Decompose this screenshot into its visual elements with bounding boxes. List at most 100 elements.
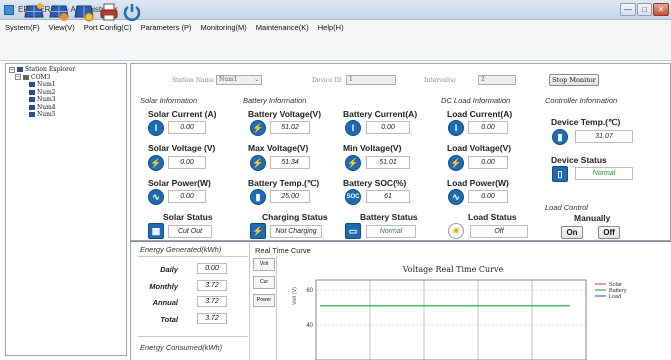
energy-monthly-value: 3.72 (197, 280, 227, 291)
controller-section-title: Controller Information (545, 96, 618, 105)
load-control-label: Load Control (545, 203, 588, 212)
tree-node-label: Num3 (37, 96, 56, 104)
solar-current-value: 0.00 (168, 121, 206, 134)
load-off-button[interactable]: Off (598, 226, 620, 239)
solar-panel-status-icon: ▦ (148, 223, 164, 239)
solar-current-label: Solar Current (A) (148, 109, 217, 119)
solar-status-value: Cut Out (168, 225, 212, 238)
max-voltage-value: 51.34 (270, 156, 310, 169)
chart-ylabel: Volt (V) (292, 287, 298, 305)
toolbar (0, 35, 671, 61)
printer-icon[interactable] (99, 2, 119, 22)
tree-port[interactable]: − COM3 (9, 74, 123, 82)
solar-power-label: Solar Power(W) (148, 178, 211, 188)
y-axis-ticks: 60 40 (306, 288, 313, 329)
tab-power[interactable]: Power (253, 294, 275, 307)
menu-monitoring[interactable]: Monitoring(M) (201, 23, 247, 32)
legend-label-load: Load (609, 294, 621, 300)
solar-panel-connect-icon[interactable] (49, 2, 69, 22)
battery-voltage-label: Battery Voltage(V) (248, 109, 322, 119)
min-voltage-label: Min Voltage(V) (343, 143, 402, 153)
battery-temp-label: Battery Temp.(℃) (248, 178, 320, 188)
load-section-title: DC Load Information (441, 96, 511, 105)
device-icon (29, 104, 35, 110)
soc-icon: SOC (345, 189, 361, 205)
menu-bar: System(F) View(V) Port Config(C) Paramet… (0, 20, 671, 35)
tree-node-num1[interactable]: Num1 (9, 81, 123, 89)
tree-node-num3[interactable]: Num3 (9, 96, 123, 104)
tree-node-num2[interactable]: Num2 (9, 89, 123, 97)
energy-annual-value: 3.72 (197, 296, 227, 307)
collapse-icon[interactable]: − (15, 74, 21, 81)
port-icon (23, 74, 29, 80)
tree-node-label: Num5 (37, 111, 56, 119)
solar-voltage-value: 0.00 (168, 156, 206, 169)
menu-system[interactable]: System(F) (5, 23, 40, 32)
tree-node-label: Num1 (37, 81, 56, 89)
energy-monthly-label: Monthly (149, 282, 178, 291)
chart-title: Voltage Real Time Curve (402, 265, 504, 274)
tree-node-num4[interactable]: Num4 (9, 104, 123, 112)
tree-port-label: COM3 (31, 73, 51, 81)
device-icon (29, 89, 35, 95)
device-id-field[interactable]: 1 (346, 75, 396, 85)
y-tick-label: 40 (306, 323, 313, 329)
ammeter-icon: I (448, 120, 464, 136)
menu-port-config[interactable]: Port Config(C) (84, 23, 132, 32)
energy-annual-label: Annual (152, 298, 178, 307)
device-icon (29, 112, 35, 118)
voltmeter-icon: ⚡ (250, 120, 266, 136)
energy-total-value: 3.72 (197, 313, 227, 324)
menu-maintenance[interactable]: Maintenance(K) (256, 23, 309, 32)
maximize-button[interactable]: □ (637, 3, 652, 16)
voltmeter-icon: ⚡ (148, 155, 164, 171)
energy-generated-title: Energy Generated(kWh) (140, 245, 222, 254)
load-status-label: Load Status (468, 212, 517, 222)
menu-parameters[interactable]: Parameters (P) (141, 23, 192, 32)
power-icon[interactable] (122, 2, 142, 22)
charging-status-label: Charging Status (262, 212, 328, 222)
device-status-label: Device Status (551, 155, 607, 165)
minimize-button[interactable]: — (620, 3, 636, 16)
menu-view[interactable]: View(V) (49, 23, 75, 32)
load-voltage-label: Load Voltage(V) (447, 143, 512, 153)
charging-icon: ⚡ (250, 223, 266, 239)
energy-divider (138, 256, 248, 257)
ammeter-icon: I (148, 120, 164, 136)
energy-consumed-title: Energy Consumed(kWh) (140, 343, 223, 352)
tree-root-label: Station Explorer (25, 66, 76, 74)
battery-soc-value: 61 (366, 190, 410, 203)
battery-icon: ▭ (345, 223, 361, 239)
device-icon (29, 82, 35, 88)
solar-voltage-label: Solar Voltage (V) (148, 143, 216, 153)
tab-volt[interactable]: Volt (253, 258, 275, 271)
solar-section-title: Solar Information (140, 96, 198, 105)
light-bulb-icon: ☀ (448, 223, 464, 239)
tree-node-num5[interactable]: Num5 (9, 111, 123, 119)
tab-cur[interactable]: Cur (253, 276, 275, 289)
min-voltage-value: 51.01 (366, 156, 410, 169)
energy-daily-label: Daily (160, 265, 178, 274)
voltmeter-icon: ⚡ (448, 155, 464, 171)
power-meter-icon: ∿ (448, 189, 464, 205)
voltage-chart: Voltage Real Time Curve Volt (V) 60 40 So… (290, 262, 671, 360)
close-button[interactable]: ✕ (653, 3, 669, 16)
battery-voltage-value: 51.02 (270, 121, 310, 134)
thermometer-icon: ▮ (552, 129, 568, 145)
battery-section-title: Battery Information (243, 96, 307, 105)
battery-current-label: Battery Current(A) (343, 109, 418, 119)
plot-area (315, 279, 587, 360)
chart-legend: SolarBatteryLoad (595, 282, 627, 300)
station-name-select[interactable]: Num1 ⌄ (216, 75, 262, 85)
tree-root[interactable]: − Station Explorer (9, 66, 123, 74)
load-on-button[interactable]: On (561, 226, 583, 239)
stop-monitor-button[interactable]: Stop Monitor (549, 74, 599, 86)
interval-field[interactable]: 2 (478, 75, 516, 85)
voltmeter-icon: ⚡ (250, 155, 266, 171)
solar-panel-icon[interactable] (24, 2, 44, 22)
solar-panel-settings-icon[interactable] (74, 2, 94, 22)
collapse-icon[interactable]: − (9, 66, 15, 73)
menu-help[interactable]: Help(H) (318, 23, 344, 32)
interval-label: Interval(s) (424, 77, 456, 84)
tabs-divider (276, 256, 277, 360)
